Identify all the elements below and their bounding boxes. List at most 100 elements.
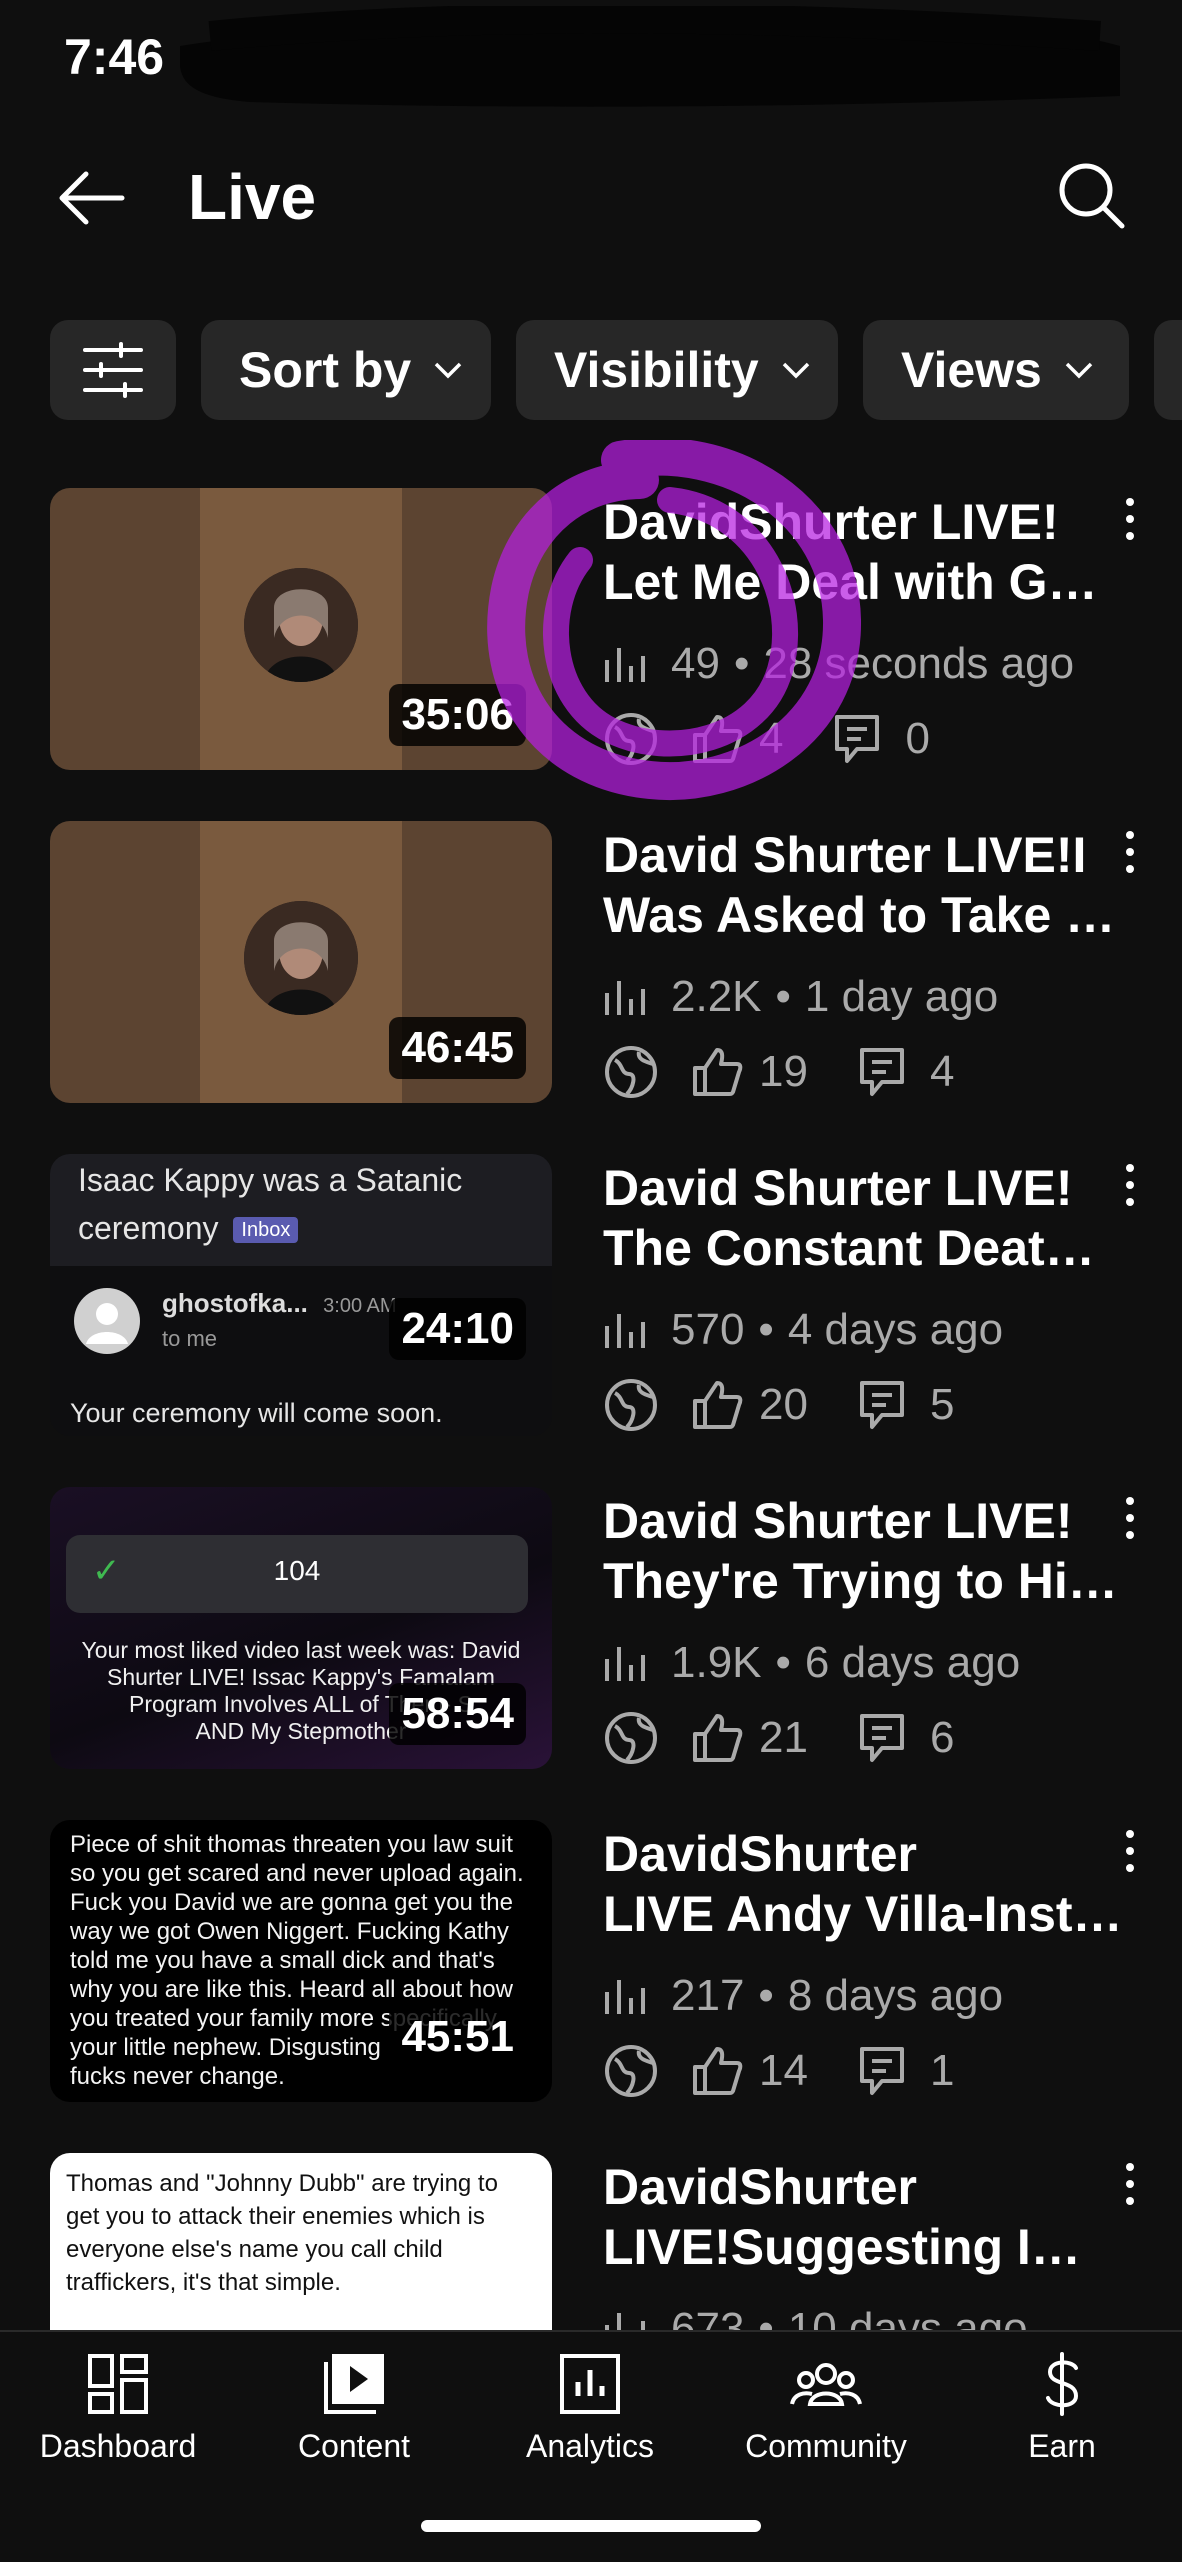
views-chip[interactable]: Views	[863, 320, 1129, 420]
dollar-icon	[1046, 2352, 1079, 2416]
thumbnail-portrait	[244, 568, 358, 682]
video-meta: 20 5	[603, 1372, 954, 1438]
chevron-down-icon	[435, 362, 462, 379]
video-title: David Shurter LIVE! The Constant Death…	[603, 1160, 1123, 1276]
like-count: 4	[759, 714, 784, 763]
analytics-icon	[560, 2354, 620, 2414]
like-count: 21	[759, 1713, 808, 1762]
video-thumbnail[interactable]: Piece of shit thomas threaten you law su…	[50, 1820, 552, 2102]
nav-analytics[interactable]: Analytics	[472, 2352, 708, 2465]
globe-icon	[605, 1046, 657, 1098]
video-item[interactable]: 46:45 David Shurter LIVE!I Was Asked to …	[0, 817, 1182, 1117]
video-item[interactable]: Thomas and "Johnny Dubb" are trying to g…	[0, 2149, 1182, 2330]
bar-chart-icon	[605, 2313, 645, 2330]
nav-dashboard[interactable]: Dashboard	[0, 2352, 236, 2465]
comment-count: 6	[929, 1713, 955, 1762]
chevron-down-icon	[782, 362, 809, 379]
duration-badge: 35:06	[389, 684, 526, 746]
comment-icon	[859, 1381, 904, 1429]
bar-chart-icon	[605, 981, 645, 1015]
upload-age: 4 days ago	[787, 1305, 1004, 1354]
video-list: 35:06 DavidShurter LIVE! Let Me Deal wit…	[0, 480, 1182, 2330]
comment-count: 4	[929, 1047, 955, 1096]
nav-community[interactable]: Community	[708, 2352, 944, 2465]
video-thumbnail[interactable]: Isaac Kappy was a Satanic ceremony Inbox…	[50, 1154, 552, 1436]
home-indicator	[421, 2520, 761, 2532]
comment-count: 1	[929, 2046, 955, 2095]
video-title: DavidShurter LIVE Andy Villa-Inst…	[603, 1826, 1123, 1942]
video-meta: 19 4	[603, 1039, 954, 1105]
video-thumbnail[interactable]: 35:06	[50, 488, 552, 770]
comment-icon	[835, 715, 880, 763]
more-vert-icon[interactable]	[1110, 1493, 1150, 1543]
video-meta: 14 1	[603, 2038, 954, 2104]
inbox-badge: Inbox	[233, 1217, 299, 1244]
video-title: DavidShurter LIVE!Suggesting Im…	[603, 2159, 1123, 2275]
view-count: 1.9K	[671, 1638, 762, 1687]
status-bar: 7:46	[0, 0, 1182, 120]
app-bar: Live	[0, 140, 1182, 250]
video-title: DavidShurter LIVE! Let Me Deal with Ga…	[603, 494, 1123, 610]
nav-earn[interactable]: Earn	[944, 2352, 1180, 2465]
status-time: 7:46	[64, 29, 165, 85]
duration-badge: 58:54	[389, 1683, 526, 1745]
view-count: 570	[671, 1305, 745, 1354]
thumbs-up-icon	[693, 2047, 743, 2095]
view-count: 217	[671, 1971, 745, 2020]
video-stats: 1.9K • 6 days ago	[603, 1633, 1020, 1693]
like-count: 14	[759, 2046, 808, 2095]
video-thumbnail[interactable]: 46:45	[50, 821, 552, 1103]
more-vert-icon[interactable]	[1110, 2159, 1150, 2209]
video-thumbnail[interactable]: ✓ 104 Your most liked video last week wa…	[50, 1487, 552, 1769]
views-label: Views	[901, 342, 1042, 398]
video-title: David Shurter LIVE!I Was Asked to Take …	[603, 827, 1116, 943]
globe-icon	[605, 1379, 657, 1431]
thumbs-up-icon	[693, 715, 743, 763]
bar-chart-icon	[605, 1314, 645, 1348]
filter-chips: Sort by Visibility Views	[0, 320, 1182, 424]
upload-age: 10 days ago	[787, 2304, 1028, 2330]
bar-chart-icon	[605, 648, 645, 682]
visibility-label: Visibility	[554, 342, 759, 398]
search-icon[interactable]	[1056, 160, 1126, 230]
thumbs-up-icon	[693, 1714, 743, 1762]
back-arrow-icon[interactable]	[56, 166, 128, 230]
video-meta: 4 0	[603, 706, 930, 772]
more-vert-icon[interactable]	[1110, 1826, 1150, 1876]
visibility-chip[interactable]: Visibility	[516, 320, 838, 420]
nav-content[interactable]: Content	[236, 2352, 472, 2465]
comment-count: 5	[929, 1380, 955, 1429]
view-count: 49	[671, 639, 720, 688]
comment-icon	[859, 1048, 904, 1096]
upload-age: 1 day ago	[804, 972, 999, 1021]
more-vert-icon[interactable]	[1110, 827, 1150, 877]
thumbnail-portrait	[244, 901, 358, 1015]
comment-count: 0	[905, 714, 930, 763]
video-stats: 673 • 10 days ago	[603, 2299, 1028, 2330]
more-vert-icon[interactable]	[1110, 494, 1150, 544]
redaction-scribble	[180, 6, 1120, 107]
sender-avatar	[74, 1288, 140, 1354]
duration-badge: 24:10	[389, 1298, 526, 1360]
duration-badge: 46:45	[389, 1017, 526, 1079]
content-icon	[324, 2354, 384, 2414]
bar-chart-icon	[605, 1647, 645, 1681]
community-icon	[790, 2363, 862, 2406]
dashboard-icon	[88, 2354, 148, 2414]
sort-by-chip[interactable]: Sort by	[201, 320, 491, 420]
video-item[interactable]: ✓ 104 Your most liked video last week wa…	[0, 1483, 1182, 1783]
view-count: 2.2K	[671, 972, 762, 1021]
sliders-icon	[83, 342, 143, 398]
video-thumbnail[interactable]: Thomas and "Johnny Dubb" are trying to g…	[50, 2153, 552, 2330]
filter-settings-button[interactable]	[50, 320, 176, 420]
sort-by-label: Sort by	[239, 342, 412, 398]
bar-chart-icon	[605, 1980, 645, 2014]
video-item[interactable]: Isaac Kappy was a Satanic ceremony Inbox…	[0, 1150, 1182, 1450]
video-stats: 217 • 8 days ago	[603, 1966, 1003, 2026]
duration-badge: 45:51	[389, 2006, 526, 2068]
thumbs-up-icon	[693, 1381, 743, 1429]
more-vert-icon[interactable]	[1110, 1160, 1150, 1210]
video-item[interactable]: Piece of shit thomas threaten you law su…	[0, 1816, 1182, 2116]
video-item[interactable]: 35:06 DavidShurter LIVE! Let Me Deal wit…	[0, 484, 1182, 784]
more-filter-chip[interactable]	[1154, 320, 1182, 420]
